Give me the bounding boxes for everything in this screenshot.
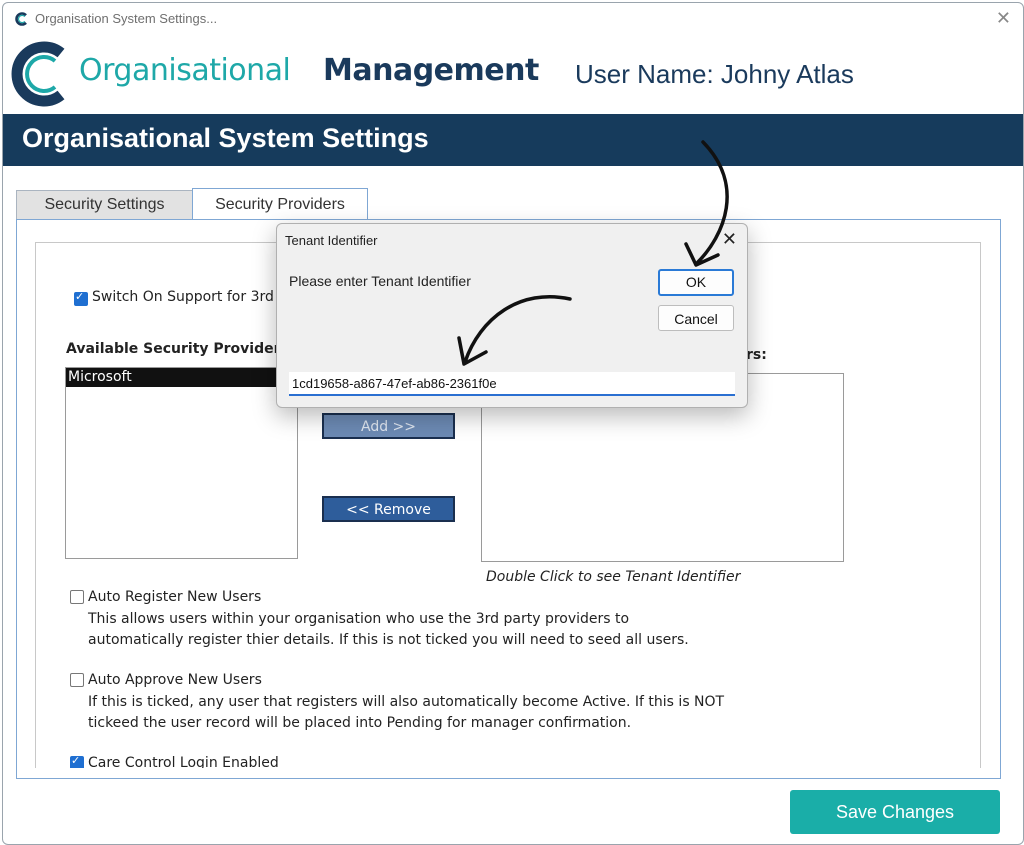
auto-register-description: This allows users within your organisati… xyxy=(88,611,630,627)
switch-support-checkbox[interactable] xyxy=(74,290,88,306)
window-title: Organisation System Settings... xyxy=(35,11,218,26)
cancel-button[interactable]: Cancel xyxy=(658,305,734,331)
auto-register-description: automatically register thier details. If… xyxy=(88,632,689,648)
remove-provider-button[interactable]: << Remove xyxy=(322,496,455,522)
auto-register-label: Auto Register New Users xyxy=(88,589,262,605)
auto-approve-label: Auto Approve New Users xyxy=(88,672,262,688)
tab-security-providers[interactable]: Security Providers xyxy=(192,188,368,221)
brand-header: Organisational Management User Name: Joh… xyxy=(9,39,1019,111)
app-logo-icon xyxy=(15,12,27,26)
list-item[interactable]: Microsoft xyxy=(66,368,297,387)
page-title: Organisational System Settings xyxy=(22,123,429,153)
brand-logo-icon xyxy=(11,41,65,107)
care-control-checkbox[interactable] xyxy=(70,754,84,768)
tenant-identifier-input[interactable] xyxy=(289,372,735,396)
auto-approve-description: If this is ticked, any user that registe… xyxy=(88,694,725,710)
selected-providers-heading: rs: xyxy=(746,347,767,363)
available-providers-list[interactable]: Microsoft xyxy=(65,367,298,559)
title-bar: Organisation System Settings... ✕ xyxy=(3,3,1023,35)
tab-security-settings[interactable]: Security Settings xyxy=(16,190,193,219)
save-changes-button[interactable]: Save Changes xyxy=(790,790,1000,834)
auto-approve-description: tickeed the user record will be placed i… xyxy=(88,715,632,731)
brand-name-primary: Organisational xyxy=(79,53,291,88)
settings-window: Organisation System Settings... ✕ Organi… xyxy=(2,2,1024,845)
switch-support-label: Switch On Support for 3rd xyxy=(92,289,274,305)
add-provider-button[interactable]: Add >> xyxy=(322,413,455,439)
dialog-close-icon[interactable]: ✕ xyxy=(722,229,737,250)
auto-approve-checkbox[interactable] xyxy=(70,673,84,687)
brand-name-secondary: Management xyxy=(323,53,539,88)
tenant-hint: Double Click to see Tenant Identifier xyxy=(486,569,741,585)
dialog-title: Tenant Identifier xyxy=(285,233,378,248)
care-control-label: Care Control Login Enabled xyxy=(88,755,279,768)
ok-button[interactable]: OK xyxy=(658,269,734,296)
available-providers-heading: Available Security Providers: xyxy=(66,341,295,357)
auto-register-checkbox[interactable] xyxy=(70,590,84,604)
tenant-identifier-dialog: Tenant Identifier ✕ Please enter Tenant … xyxy=(276,223,748,408)
window-close-icon[interactable]: ✕ xyxy=(996,8,1011,29)
page-banner: Organisational System Settings xyxy=(3,114,1023,166)
user-name-label: User Name: Johny Atlas xyxy=(575,59,854,89)
dialog-prompt: Please enter Tenant Identifier xyxy=(289,273,471,289)
